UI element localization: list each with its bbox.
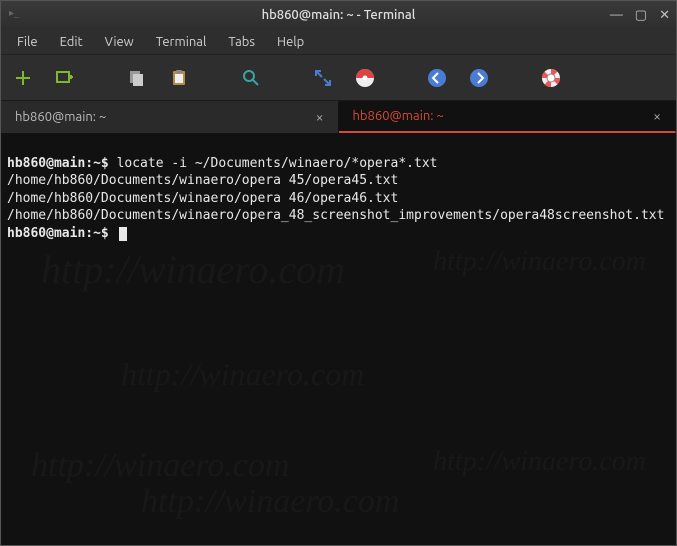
prompt: hb860@main:~$ <box>7 156 109 171</box>
arrow-left-icon <box>427 68 447 88</box>
terminal-window: hb860@main: ~ - Terminal — ▢ ✕ File Edit… <box>0 0 677 546</box>
back-button[interactable] <box>425 66 449 90</box>
tab-close-button[interactable]: × <box>316 109 324 125</box>
output-line: /home/hb860/Documents/winaero/opera_48_s… <box>7 208 664 223</box>
new-tab-button[interactable] <box>11 66 35 90</box>
forward-button[interactable] <box>467 66 491 90</box>
watermark: http://winaero.com <box>121 353 364 396</box>
window-title: hb860@main: ~ - Terminal <box>262 8 416 22</box>
terminal-tab-2[interactable]: hb860@main: ~ × <box>339 101 677 133</box>
tabbar: hb860@main: ~ × hb860@main: ~ × <box>1 101 676 133</box>
menu-tabs[interactable]: Tabs <box>218 32 265 52</box>
terminal-tab-1[interactable]: hb860@main: ~ × <box>1 101 339 133</box>
prompt: hb860@main:~$ <box>7 226 109 241</box>
terminal-viewport[interactable]: hb860@main:~$ locate -i ~/Documents/wina… <box>1 133 676 545</box>
paste-button[interactable] <box>167 66 191 90</box>
tab-close-button[interactable]: × <box>653 108 661 124</box>
menu-file[interactable]: File <box>7 32 48 52</box>
watermark: http://winaero.com <box>41 243 345 297</box>
window-controls: — ▢ ✕ <box>610 9 670 22</box>
copy-button[interactable] <box>125 66 149 90</box>
menu-edit[interactable]: Edit <box>50 32 93 52</box>
watermark: http://winaero.com <box>31 443 289 489</box>
close-button[interactable]: ✕ <box>659 9 670 22</box>
fullscreen-button[interactable] <box>311 66 335 90</box>
plus-icon <box>14 69 32 87</box>
fullscreen-icon <box>314 69 332 87</box>
cursor <box>119 227 127 241</box>
lifebuoy-icon <box>541 68 561 88</box>
search-button[interactable] <box>239 66 263 90</box>
terminal-app-icon <box>7 7 23 23</box>
output-line: /home/hb860/Documents/winaero/opera 46/o… <box>7 191 398 206</box>
maximize-button[interactable]: ▢ <box>635 9 647 22</box>
watermark: http://winaero.com <box>433 443 646 481</box>
watermark: http://winaero.com <box>141 479 399 525</box>
preferences-button[interactable] <box>353 66 377 90</box>
watermark: http://winaero.com <box>433 243 646 281</box>
new-window-button[interactable] <box>53 66 77 90</box>
titlebar[interactable]: hb860@main: ~ - Terminal — ▢ ✕ <box>1 1 676 29</box>
command-text: locate -i ~/Documents/winaero/*opera*.tx… <box>117 156 438 171</box>
arrow-right-icon <box>469 68 489 88</box>
window-plus-icon <box>56 69 74 87</box>
copy-icon <box>128 69 146 87</box>
toggle-icon <box>355 68 375 88</box>
minimize-button[interactable]: — <box>610 9 623 22</box>
toolbar <box>1 55 676 101</box>
paste-icon <box>170 69 188 87</box>
search-icon <box>242 69 260 87</box>
menu-view[interactable]: View <box>95 32 144 52</box>
menubar: File Edit View Terminal Tabs Help <box>1 29 676 55</box>
menu-terminal[interactable]: Terminal <box>146 32 217 52</box>
help-button[interactable] <box>539 66 563 90</box>
tab-label: hb860@main: ~ <box>353 109 444 123</box>
menu-help[interactable]: Help <box>267 32 314 52</box>
tab-label: hb860@main: ~ <box>15 110 106 124</box>
output-line: /home/hb860/Documents/winaero/opera 45/o… <box>7 173 398 188</box>
